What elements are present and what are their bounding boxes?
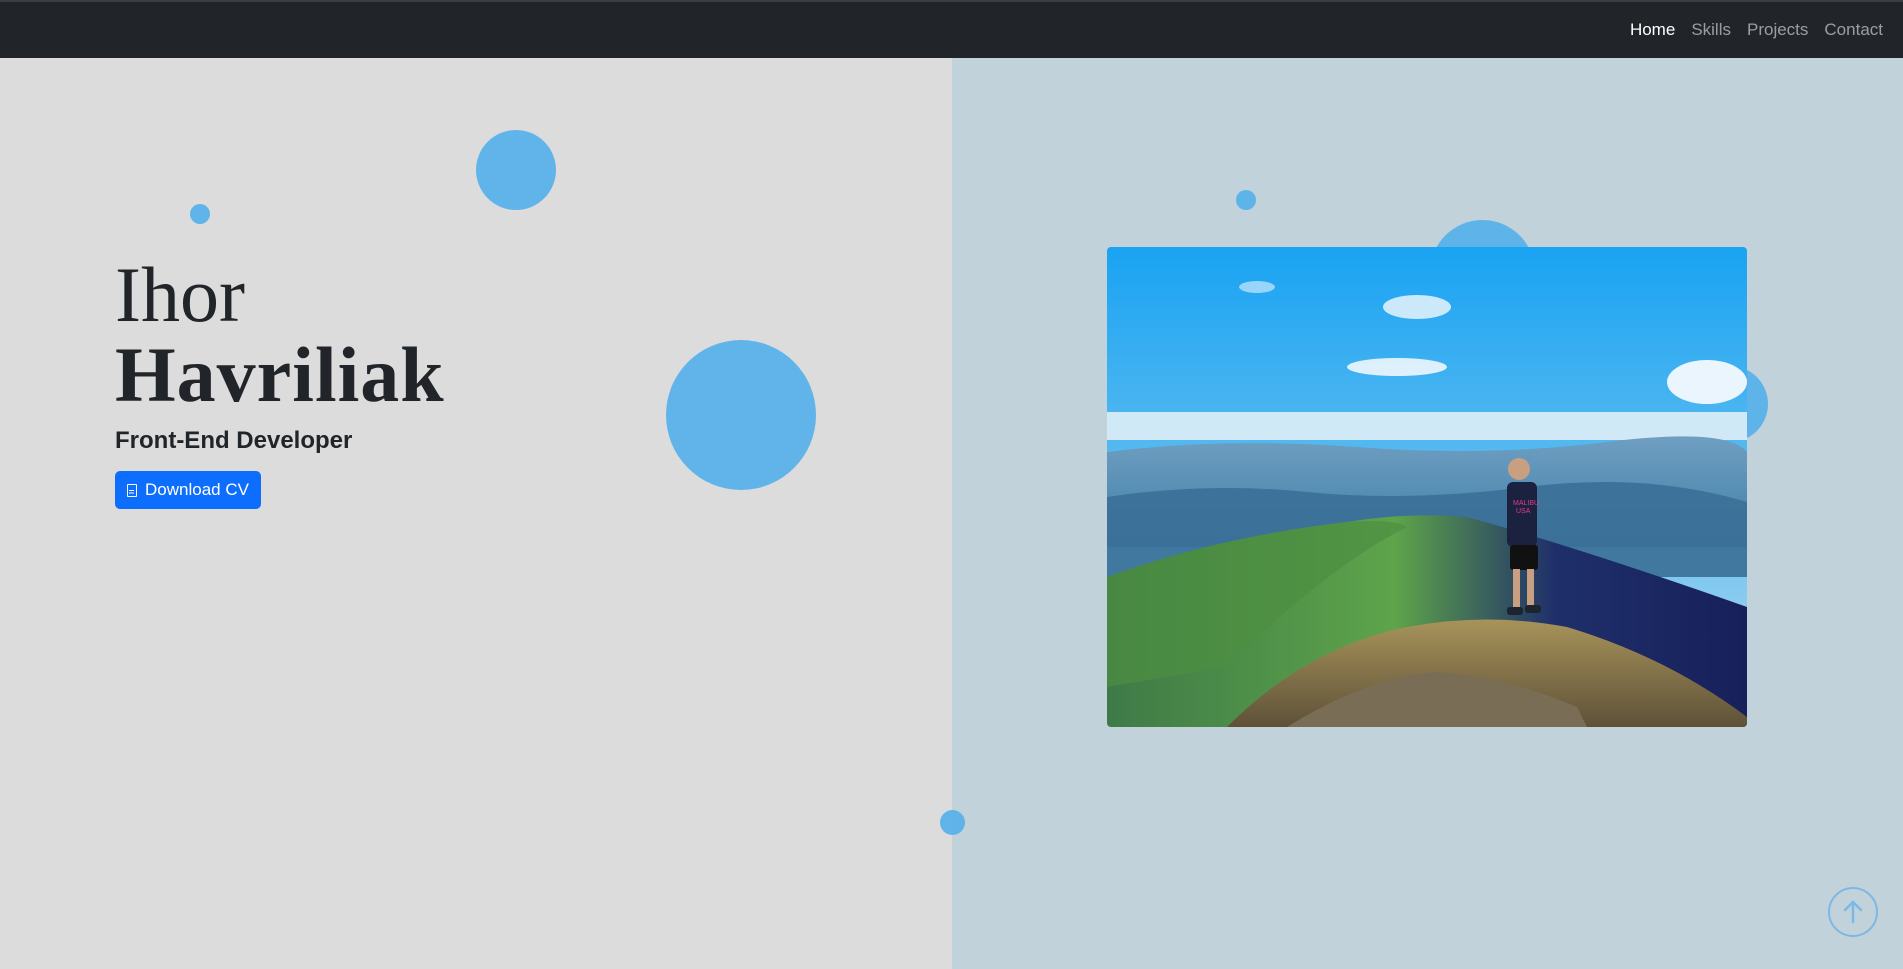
nav-link-projects[interactable]: Projects <box>1747 20 1808 40</box>
first-name: Ihor <box>115 251 245 338</box>
decorative-bubble <box>666 340 816 490</box>
scroll-to-top-button[interactable] <box>1828 887 1878 937</box>
hero-left-panel <box>0 58 952 969</box>
download-cv-button[interactable]: Download CV <box>115 471 261 509</box>
nav-link-contact[interactable]: Contact <box>1824 20 1883 40</box>
job-title: Front-End Developer <box>115 427 353 454</box>
decorative-bubble <box>940 810 952 835</box>
download-cv-label: Download CV <box>145 480 249 499</box>
nav-link-home[interactable]: Home <box>1630 20 1675 40</box>
last-name: Havriliak <box>115 331 445 418</box>
shirt-print: USA <box>1516 508 1531 515</box>
nav-link-skills[interactable]: Skills <box>1691 20 1731 40</box>
decorative-bubble <box>952 810 965 835</box>
document-icon <box>127 483 137 497</box>
top-navbar: Home Skills Projects Contact <box>0 0 1903 58</box>
shirt-print: MALIBU <box>1513 500 1539 507</box>
arrow-up-circle-icon <box>1843 900 1863 924</box>
profile-photo: MALIBU USA <box>1107 247 1747 727</box>
decorative-bubble <box>476 130 556 210</box>
decorative-bubble <box>1236 190 1256 210</box>
decorative-bubble <box>190 204 210 224</box>
hero-name: Ihor Havriliak <box>115 255 445 415</box>
